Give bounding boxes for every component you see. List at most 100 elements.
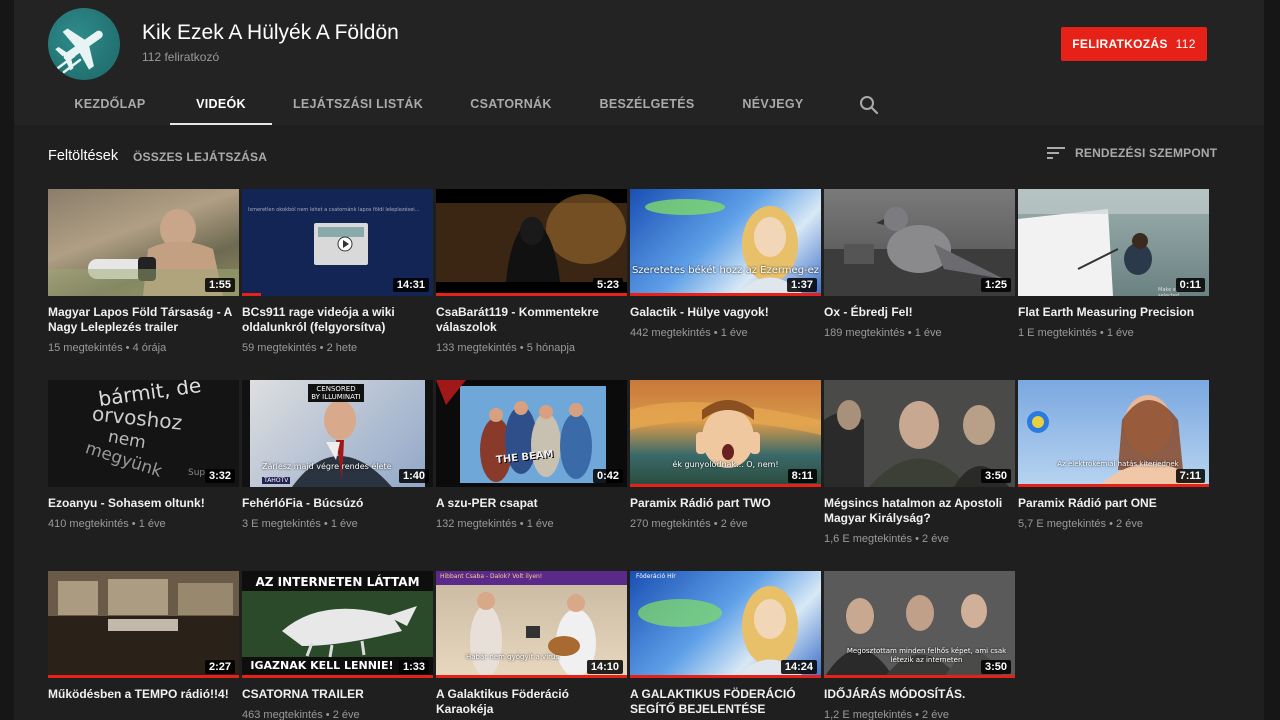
video-thumbnail[interactable]: Az elektrokémiai hatás kiterjednek 7:11 [1018, 380, 1209, 487]
tab-playlists[interactable]: LEJÁTSZÁSI LISTÁK [290, 85, 426, 123]
video-thumbnail[interactable]: Szeretetes békét hozz az Ezermeg-ez 1:37 [630, 189, 821, 296]
video-card[interactable]: Make sure video is selected 0:11 Flat Ea… [1018, 189, 1209, 339]
video-thumbnail[interactable]: AZ INTERNETEN LÁTTAM IGAZNAK KELL LENNIE… [242, 571, 433, 678]
video-meta: 15 megtekintés • 4 órája [48, 342, 167, 354]
tab-channels[interactable]: CSATORNÁK [462, 85, 560, 123]
channel-header: Kik Ezek A Hülyék A Földön 112 feliratko… [14, 0, 1264, 125]
video-thumbnail[interactable]: bármit, de orvoshoz nem megyünk Sup 3:32 [48, 380, 239, 487]
video-title[interactable]: CSATORNA TRAILER [242, 687, 427, 702]
channel-page: Kik Ezek A Hülyék A Földön 112 feliratko… [14, 0, 1264, 720]
sort-button[interactable]: RENDEZÉSI SZEMPONT [1047, 146, 1217, 160]
video-title[interactable]: A Galaktikus Föderáció Karaokéja [436, 687, 621, 717]
video-thumbnail[interactable]: Hibbant Csaba - Dalok? Volt ilyen! Habár… [436, 571, 627, 678]
thumbnail-word: Sup [188, 468, 206, 478]
video-card[interactable]: 1:25 Ox - Ébredj Fel! 189 megtekintés • … [824, 189, 1015, 339]
video-title[interactable]: IDŐJÁRÁS MÓDOSÍTÁS. [824, 687, 1009, 702]
video-duration: 0:11 [1175, 278, 1205, 292]
sort-icon [1047, 147, 1065, 159]
video-card[interactable]: 1:55 Magyar Lapos Föld Társaság - A Nagy… [48, 189, 239, 354]
video-meta: 59 megtekintés • 2 hete [242, 342, 358, 354]
video-grid: 1:55 Magyar Lapos Föld Társaság - A Nagy… [48, 189, 1228, 720]
video-duration: 0:42 [592, 469, 623, 483]
tab-discussion[interactable]: BESZÉLGETÉS [594, 85, 700, 123]
video-card[interactable]: Hibbant Csaba - Dalok? Volt ilyen! Habár… [436, 571, 627, 717]
thumbnail-logo: TAHOTV [262, 477, 291, 484]
play-all-link[interactable]: ÖSSZES LEJÁTSZÁSA [133, 150, 267, 164]
video-meta: 189 megtekintés • 1 éve [824, 327, 942, 339]
tab-about[interactable]: NÉVJEGY [736, 85, 810, 123]
video-thumbnail[interactable]: ék gunyolódnak... O, nem! 8:11 [630, 380, 821, 487]
upload-age: 1 éve [914, 327, 942, 339]
video-title[interactable]: Magyar Lapos Föld Társaság - A Nagy Lele… [48, 305, 233, 335]
video-title[interactable]: Paramix Rádió part ONE [1018, 496, 1203, 511]
view-count: 410 megtekintés [48, 518, 129, 530]
video-card[interactable]: Az elektrokémiai hatás kiterjednek 7:11 … [1018, 380, 1209, 530]
video-title[interactable]: FehérlóFia - Búcsúzó [242, 496, 427, 511]
view-count: 1 E megtekintés [1018, 327, 1097, 339]
video-thumbnail[interactable]: 1:55 [48, 189, 239, 296]
video-title[interactable]: Paramix Rádió part TWO [630, 496, 815, 511]
video-thumbnail[interactable]: THE BEAM 0:42 [436, 380, 627, 487]
thumbnail-caption: ék gunyolódnak... O, nem! [672, 460, 779, 469]
video-thumbnail[interactable]: 3:50 [824, 380, 1015, 487]
video-title[interactable]: A szu-PER csapat [436, 496, 621, 511]
video-title[interactable]: Galactik - Hülye vagyok! [630, 305, 815, 320]
video-thumbnail[interactable]: 5:23 [436, 189, 627, 296]
video-title[interactable]: Ox - Ébredj Fel! [824, 305, 1009, 320]
upload-age: 2 éve [720, 518, 748, 530]
video-title[interactable]: Flat Earth Measuring Precision [1018, 305, 1203, 320]
upload-age: 2 éve [1116, 518, 1143, 530]
upload-age: 2 éve [922, 533, 949, 545]
video-thumbnail[interactable]: CENSORED BY ILLUMINATI Zárlesz majd végr… [242, 380, 433, 487]
search-icon[interactable] [857, 93, 881, 117]
tab-videos[interactable]: VIDEÓK [170, 85, 272, 125]
video-thumbnail[interactable]: 2:27 [48, 571, 239, 678]
video-card[interactable]: bármit, de orvoshoz nem megyünk Sup 3:32… [48, 380, 239, 530]
sort-label: RENDEZÉSI SZEMPONT [1075, 146, 1218, 160]
video-meta: 442 megtekintés • 1 éve [630, 327, 748, 339]
video-thumbnail[interactable]: Föderáció Hír 14:24 [630, 571, 821, 678]
video-card[interactable]: Megosztottam minden felhős képet, ami cs… [824, 571, 1015, 720]
airplane-icon [55, 28, 103, 74]
upload-age: 2 hete [326, 342, 358, 354]
video-meta: 410 megtekintés • 1 éve [48, 518, 166, 530]
upload-age: 2 éve [922, 709, 949, 720]
video-card[interactable]: THE BEAM 0:42 A szu-PER csapat 132 megte… [436, 380, 627, 530]
thumbnail-caption: Habár nem gyógyít a vírus [466, 653, 560, 661]
subscribe-button[interactable]: FELIRATKOZÁS 112 [1061, 27, 1207, 61]
video-card[interactable]: Ismeretlen okokból nem lehet a csatornán… [242, 189, 433, 354]
video-thumbnail[interactable]: Make sure video is selected 0:11 [1018, 189, 1209, 296]
video-title[interactable]: Mégsincs hatalmon az Apostoli Magyar Kir… [824, 496, 1009, 526]
video-card[interactable]: 5:23 CsaBarát119 - Kommentekre válaszolo… [436, 189, 627, 354]
video-thumbnail[interactable]: Ismeretlen okokból nem lehet a csatornán… [242, 189, 433, 296]
video-card[interactable]: CENSORED BY ILLUMINATI Zárlesz majd végr… [242, 380, 433, 530]
thumbnail-banner: Föderáció Hír [636, 573, 676, 580]
video-card[interactable]: 3:50 Mégsincs hatalmon az Apostoli Magya… [824, 380, 1015, 545]
video-card[interactable]: Szeretetes békét hozz az Ezermeg-ez 1:37… [630, 189, 821, 339]
video-duration: 14:24 [780, 660, 817, 674]
watch-progress [1018, 484, 1209, 487]
video-title[interactable]: Ezoanyu - Sohasem oltunk! [48, 496, 233, 511]
view-count: 1,2 E megtekintés [824, 709, 913, 720]
video-thumbnail[interactable]: Megosztottam minden felhős képet, ami cs… [824, 571, 1015, 678]
video-duration: 1:40 [398, 469, 429, 483]
watch-progress [242, 675, 433, 678]
meme-bottom-text: IGAZNAK KELL LENNIE! [250, 659, 394, 672]
video-title[interactable]: CsaBarát119 - Kommentekre válaszolok [436, 305, 621, 335]
video-card[interactable]: 2:27 Működésben a TEMPO rádió!!4! [48, 571, 239, 702]
video-duration: 1:25 [980, 278, 1011, 292]
video-meta: 1 E megtekintés • 1 éve [1018, 327, 1134, 339]
video-card[interactable]: ék gunyolódnak... O, nem! 8:11 Paramix R… [630, 380, 821, 530]
video-title[interactable]: A GALAKTIKUS FÖDERÁCIÓ SEGÍTŐ BEJELENTÉS… [630, 687, 815, 717]
video-title[interactable]: BCs911 rage videója a wiki oldalunkról (… [242, 305, 427, 335]
video-duration: 7:11 [1175, 469, 1205, 483]
video-meta: 463 megtekintés • 2 éve [242, 709, 360, 720]
thumbnail-word: orvoshoz [90, 401, 184, 435]
video-card[interactable]: Föderáció Hír 14:24 A GALAKTIKUS FÖDERÁC… [630, 571, 821, 717]
channel-avatar[interactable] [48, 8, 120, 80]
video-title[interactable]: Működésben a TEMPO rádió!!4! [48, 687, 233, 702]
tab-home[interactable]: KEZDŐLAP [66, 85, 154, 123]
video-thumbnail[interactable]: 1:25 [824, 189, 1015, 296]
video-meta: 132 megtekintés • 1 éve [436, 518, 554, 530]
video-card[interactable]: AZ INTERNETEN LÁTTAM IGAZNAK KELL LENNIE… [242, 571, 433, 720]
